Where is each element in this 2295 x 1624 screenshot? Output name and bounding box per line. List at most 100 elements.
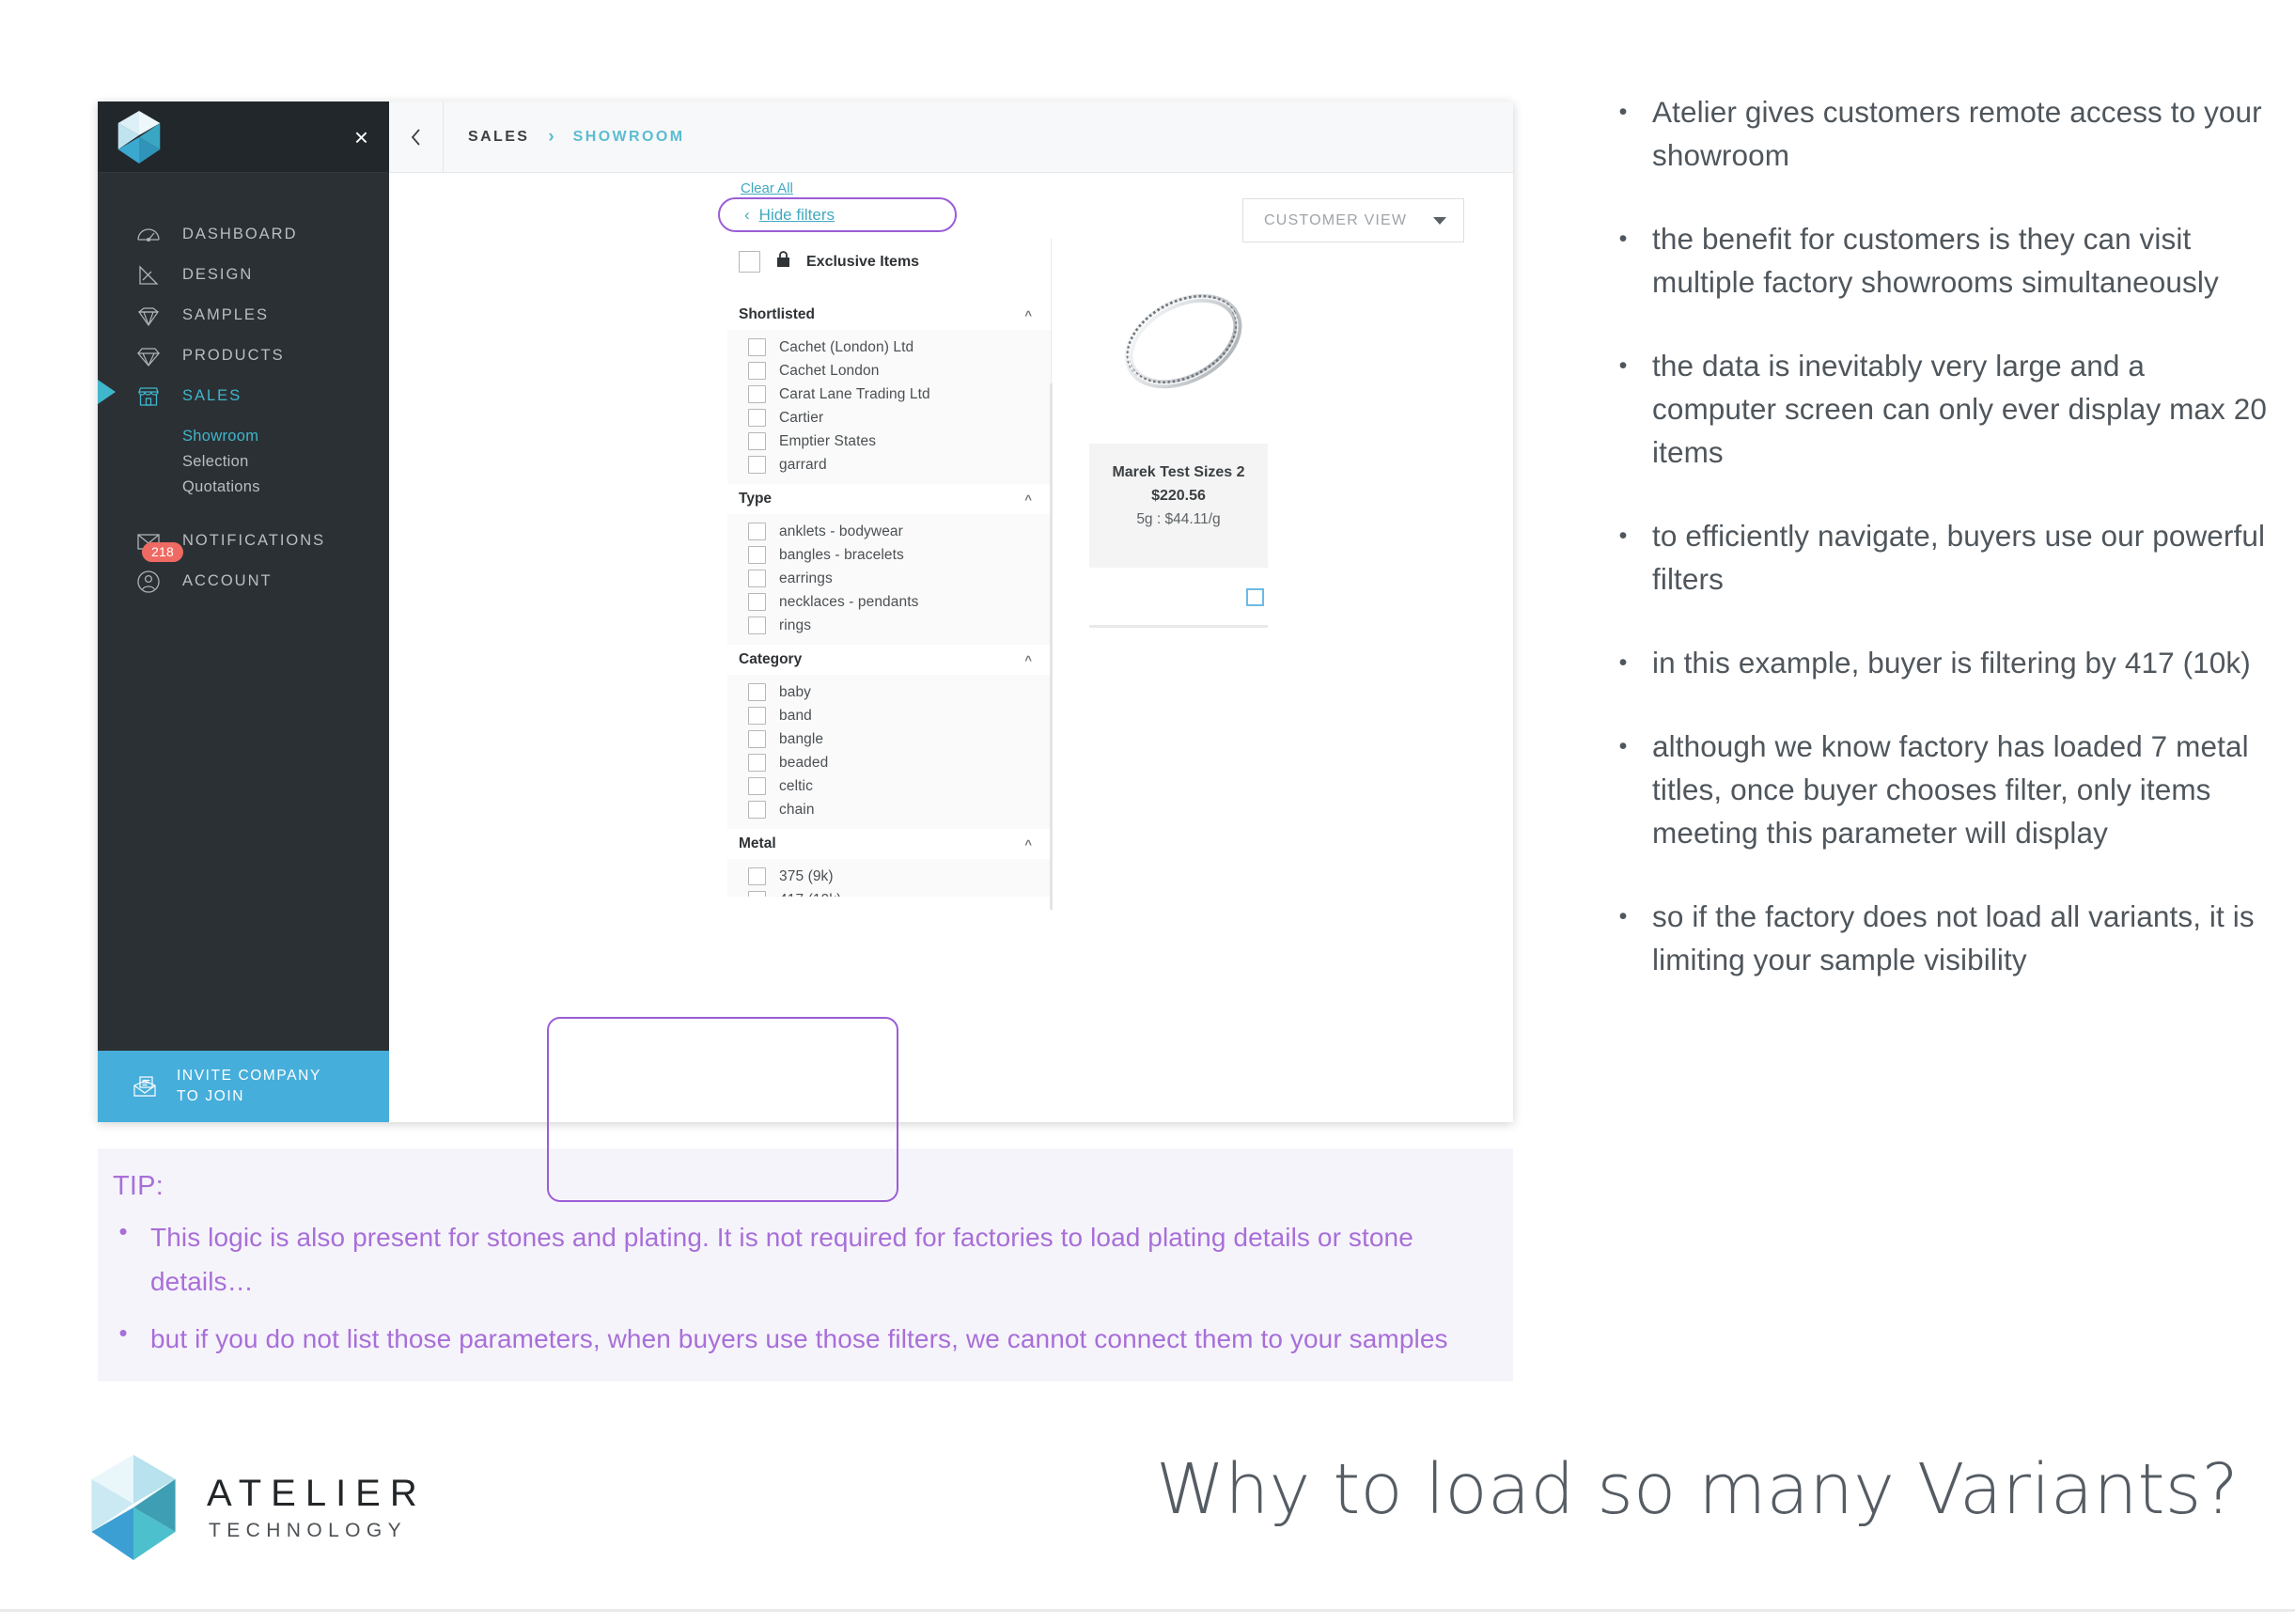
filter-group-shortlisted: Shortlisted ^ Cachet (London) Ltd Cachet… [727,300,1051,484]
filter-option[interactable]: garrard [727,453,1051,476]
chevron-up-icon[interactable]: ^ [1024,838,1032,851]
filter-group-options: baby band bangle beaded celtic chain [727,675,1051,829]
note-text: in this example, buyer is filtering by 4… [1652,646,2251,679]
sidebar-subitem-quotations[interactable]: Quotations [98,475,389,500]
filter-option-label: Cartier [779,409,824,426]
filter-option[interactable]: Carat Lane Trading Ltd [727,383,1051,406]
filter-checkbox[interactable] [748,385,766,403]
filter-option[interactable]: chain [727,798,1051,821]
filter-checkbox[interactable] [748,456,766,474]
exclusive-items-row[interactable]: Exclusive Items [727,239,1051,300]
note-text: the benefit for customers is they can vi… [1652,222,2219,299]
filter-checkbox[interactable] [748,409,766,427]
sidebar-item-account[interactable]: ACCOUNT [98,561,389,601]
filter-checkbox[interactable] [748,432,766,450]
diamond-eternity-ring-photo[interactable] [1089,242,1277,430]
filter-checkbox[interactable] [748,707,766,725]
product-card[interactable]: Marek Test Sizes 2 $220.56 5g : $44.11/g [1089,444,1268,568]
sidebar-subitem-selection[interactable]: Selection [98,449,389,475]
breadcrumb-showroom[interactable]: SHOWROOM [573,129,685,146]
list-item: • the data is inevitably very large and a… [1615,344,2272,474]
filter-option[interactable]: Cartier [727,406,1051,429]
filter-group-options: Cachet (London) Ltd Cachet London Carat … [727,330,1051,484]
bullet-icon: • [1618,733,1628,759]
list-item: • to efficiently navigate, buyers use our… [1615,514,2272,601]
sidebar-header: × [98,102,389,173]
sidebar-item-label: SAMPLES [182,306,269,323]
filter-checkbox[interactable] [748,754,766,772]
tip-text: This logic is also present for stones an… [150,1223,1413,1296]
filter-checkbox[interactable] [748,362,766,380]
breadcrumb-separator-icon: › [548,126,554,147]
chevron-down-icon [1433,216,1446,225]
filter-group-type: Type ^ anklets - bodywear bangles - brac… [727,484,1051,645]
filter-option[interactable]: celtic [727,774,1051,798]
chevron-up-icon[interactable]: ^ [1024,654,1032,666]
filter-checkbox[interactable] [748,570,766,587]
filter-checkbox[interactable] [748,683,766,701]
sidebar-item-design[interactable]: DESIGN [98,255,389,295]
filter-option-label: Emptier States [779,432,877,449]
chevron-up-icon[interactable]: ^ [1024,493,1032,506]
filter-option[interactable]: beaded [727,751,1051,774]
bullet-icon: • [1618,903,1628,929]
exclusive-items-label: Exclusive Items [806,253,920,270]
filter-group-header[interactable]: Category ^ [727,645,1051,675]
note-text: although we know factory has loaded 7 me… [1652,729,2249,850]
sidebar-subitem-showroom[interactable]: Showroom [98,424,389,449]
filter-option[interactable]: rings [727,614,1051,637]
bullet-icon: • [118,1217,128,1245]
filter-option-label: band [779,707,812,724]
filter-checkbox[interactable] [748,730,766,748]
app-screenshot: × DASHBOARD DESIGN SAMPLES PRODUCTS SALE… [98,102,1513,1202]
bullet-icon: • [1618,352,1628,379]
filter-group-header[interactable]: Shortlisted ^ [727,300,1051,330]
chevron-up-icon[interactable]: ^ [1024,309,1032,321]
filter-group-header[interactable]: Metal ^ [727,829,1051,859]
filter-checkbox[interactable] [748,546,766,564]
filter-checkbox[interactable] [748,338,766,356]
filter-option[interactable]: necklaces - pendants [727,590,1051,614]
filter-group-title: Shortlisted [739,306,815,322]
filter-option[interactable]: bangles - bracelets [727,543,1051,567]
filter-option[interactable]: Cachet London [727,359,1051,383]
filter-option[interactable]: baby [727,680,1051,704]
exclusive-items-checkbox[interactable] [739,251,760,273]
filter-checkbox[interactable] [748,801,766,819]
filter-option[interactable]: bangle [727,727,1051,751]
bullet-icon: • [1618,99,1628,125]
filter-option[interactable]: Cachet (London) Ltd [727,336,1051,359]
filter-checkbox[interactable] [748,523,766,540]
filter-option[interactable]: band [727,704,1051,727]
sidebar-item-dashboard[interactable]: DASHBOARD [98,214,389,255]
main-content: SALES › SHOWROOM ‹ Hide filters CUSTOMER… [389,102,1513,1122]
filter-option[interactable]: Emptier States [727,429,1051,453]
sidebar-item-sales[interactable]: SALES [98,376,389,416]
filter-checkbox[interactable] [748,867,766,885]
clear-all-link[interactable]: Clear All [741,180,793,196]
invite-company-button[interactable]: INVITE COMPANY TO JOIN [98,1051,389,1122]
sidebar-item-products[interactable]: PRODUCTS [98,336,389,376]
filter-option[interactable]: anklets - bodywear [727,520,1051,543]
filter-option[interactable]: earrings [727,567,1051,590]
brand-name: ATELIER [207,1473,427,1514]
product-select-checkbox[interactable] [1246,588,1264,606]
back-button[interactable] [389,102,444,172]
filter-checkbox[interactable] [748,891,766,897]
atelier-hex-logo-icon [115,110,164,164]
filter-checkbox[interactable] [748,617,766,634]
breadcrumb-sales[interactable]: SALES [468,129,529,146]
filter-option[interactable]: 375 (9k) [727,865,1051,888]
hide-filters-button[interactable]: ‹ Hide filters [718,197,957,232]
customer-view-select[interactable]: CUSTOMER VIEW [1242,198,1464,242]
filter-group-header[interactable]: Type ^ [727,484,1051,514]
filter-checkbox[interactable] [748,593,766,611]
list-item: • Atelier gives customers remote access t… [1615,90,2272,177]
sidebar-item-samples[interactable]: SAMPLES [98,295,389,336]
sidebar-item-label: ACCOUNT [182,572,273,589]
filter-scrollbar[interactable] [1050,383,1053,910]
filter-checkbox[interactable] [748,777,766,795]
sidebar-item-notifications[interactable]: NOTIFICATIONS 218 [98,521,389,562]
filter-option-selected[interactable]: 417 (10k) [727,888,1051,897]
close-icon[interactable]: × [354,125,368,149]
